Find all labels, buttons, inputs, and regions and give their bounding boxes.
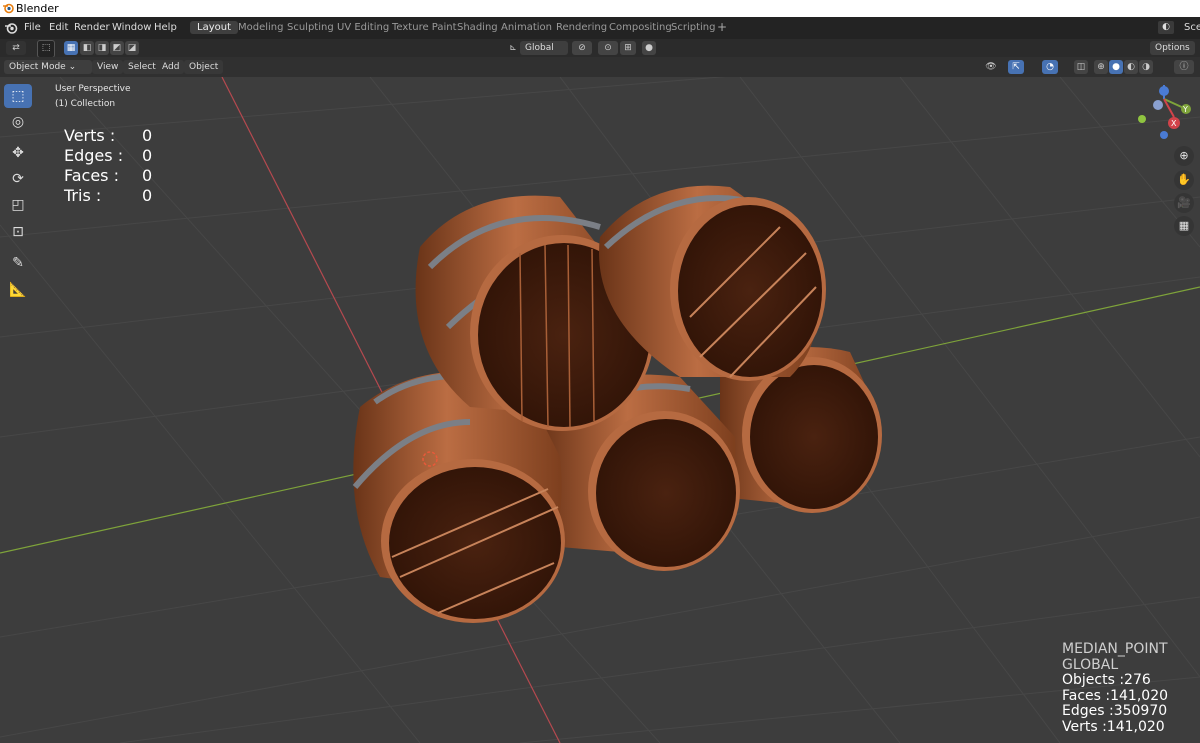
snap-icon[interactable]: ⊙ [598,41,618,55]
scene-info-overlay: MEDIAN_POINT GLOBAL Objects :276 Faces :… [1062,641,1169,735]
stat-edges: Edges :0 [64,146,153,165]
options-dropdown[interactable]: Options [1150,41,1195,55]
orientation-icon: ⊾ [509,43,517,53]
top-menu-bar: File Edit Render Window Help Layout Mode… [0,17,1200,39]
proportional-edit-icon[interactable]: ● [642,41,656,55]
tab-layout[interactable]: Layout [190,21,238,34]
tab-uv-editing[interactable]: UV Editing [337,22,389,33]
visibility-icon[interactable]: 👁 [980,60,1002,74]
menu-edit[interactable]: Edit [49,22,68,33]
scene-selector[interactable]: Scer [1184,22,1200,33]
3d-viewport[interactable]: Y X [0,77,1200,743]
orientation-dropdown[interactable]: Global [520,41,568,55]
tool-settings-header: ⇄ ⬚ ▦ ◧ ◨ ◩ ◪ ⊾ Global ⊘ ⊙ ⊞ ● Options [0,39,1200,58]
tab-compositing[interactable]: Compositing [609,22,672,33]
snap-target-icon[interactable]: ⊞ [620,41,636,55]
pivot-point-icon[interactable]: ⊘ [572,41,592,55]
window-titlebar: Blender [0,0,1200,17]
viewport-scene: Y X [0,77,1200,743]
rotate-icon[interactable]: ⟳ [4,167,32,191]
active-tool-icon[interactable]: ⬚ [37,40,55,58]
window-title: Blender [16,2,59,15]
orientation-label: GLOBAL [1062,656,1119,673]
view-perspective-label: User Perspective [55,84,131,94]
material-shading-icon[interactable]: ◐ [1124,60,1138,74]
transform-icon[interactable]: ⊡ [4,220,32,244]
gizmo-x-label: X [1171,119,1177,128]
tab-sculpting[interactable]: Sculpting [287,22,334,33]
tab-scripting[interactable]: Scripting [671,22,715,33]
menu-add[interactable]: Add [157,60,185,74]
mesh-stats: Verts :0 Edges :0 Faces :0 Tris :0 [64,126,152,206]
camera-icon[interactable]: 🎥 [1174,193,1194,213]
tab-shading[interactable]: Shading [457,22,498,33]
menu-file[interactable]: File [24,22,41,33]
add-workspace-button[interactable]: + [717,20,727,34]
tab-modeling[interactable]: Modeling [238,22,284,33]
viewport-header: Object Mode ⌄ View Select Add Object 👁 ⇱… [0,57,1200,77]
wireframe-shading-icon[interactable]: ⊕ [1094,60,1108,74]
scale-icon[interactable]: ◰ [4,193,32,217]
edges-count: Edges :350970 [1062,703,1168,719]
grid-view-icon[interactable]: ▦ [1174,216,1194,236]
cursor-icon[interactable]: ◎ [4,110,32,134]
menu-help[interactable]: Help [154,22,177,33]
measure-icon[interactable]: 📐 [4,278,32,302]
pivot-label: MEDIAN_POINT [1062,641,1168,657]
gizmo-y-label: Y [1182,105,1188,114]
faces-count: Faces :141,020 [1062,687,1169,704]
xray-toggle-icon[interactable]: ◫ [1074,60,1088,74]
select-mode-subtract-icon[interactable]: ◨ [95,41,109,55]
menu-object[interactable]: Object [184,60,224,74]
tab-animation[interactable]: Animation [501,22,552,33]
hand-pan-icon[interactable]: ✋ [1174,170,1194,190]
blender-logo-icon [3,3,14,14]
stat-verts: Verts :0 [64,126,153,145]
solid-shading-icon[interactable]: ● [1109,60,1123,74]
select-box-icon[interactable]: ⬚ [4,84,32,108]
tool-settings-icon[interactable]: ⇄ [6,41,26,55]
collection-label: (1) Collection [55,99,116,109]
select-mode-extend-icon[interactable]: ◧ [80,41,94,55]
gizmo-toggle-icon[interactable]: ⇱ [1008,60,1024,74]
sidebar-toggle-icon[interactable]: ⓘ [1174,60,1194,74]
select-mode-difference-icon[interactable]: ◩ [110,41,124,55]
verts-count: Verts :141,020 [1062,718,1165,735]
select-mode-new-icon[interactable]: ▦ [64,41,78,55]
menu-select[interactable]: Select [123,60,161,74]
zoom-icon[interactable]: ⊕ [1174,146,1194,166]
menu-window[interactable]: Window [112,22,151,33]
menu-render[interactable]: Render [74,22,110,33]
mode-label: Object Mode [9,62,66,72]
blender-menu-icon[interactable] [4,21,18,35]
select-mode-intersect-icon[interactable]: ◪ [125,41,139,55]
navigation-gizmo[interactable]: Y X [1138,85,1191,139]
tab-rendering[interactable]: Rendering [556,22,607,33]
overlay-toggle-icon[interactable]: ◔ [1042,60,1058,74]
scene-icon[interactable]: ◐ [1158,21,1174,34]
move-icon[interactable]: ✥ [4,141,32,165]
objects-count: Objects :276 [1062,672,1151,688]
tab-texture-paint[interactable]: Texture Paint [392,22,457,33]
annotate-icon[interactable]: ✎ [4,251,32,275]
stat-faces: Faces :0 [64,166,153,185]
rendered-shading-icon[interactable]: ◑ [1139,60,1153,74]
menu-view[interactable]: View [92,60,124,74]
mode-dropdown[interactable]: Object Mode ⌄ [4,60,92,74]
stat-tris: Tris :0 [64,186,153,205]
